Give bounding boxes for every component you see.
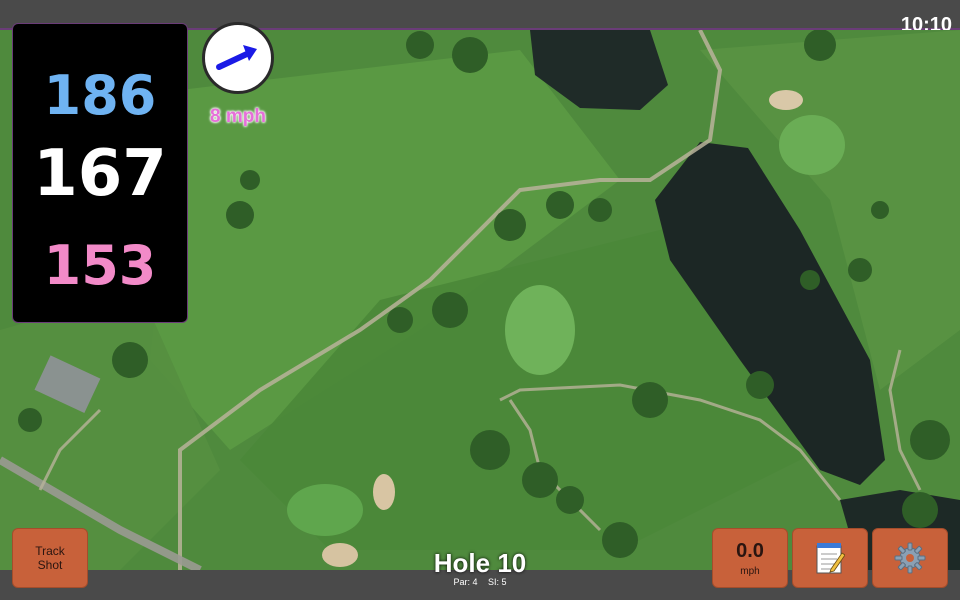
hole-par: Par: 4 (453, 577, 478, 587)
speed-value: 0.0 (736, 539, 764, 562)
wind-direction-dial (202, 22, 274, 94)
settings-button[interactable] (872, 528, 948, 588)
distance-panel: 186 167 153 (12, 23, 188, 323)
speed-unit: mph (740, 565, 760, 577)
hole-title: Hole 10 (433, 548, 527, 578)
distance-back: 186 (43, 64, 157, 127)
distance-front: 153 (43, 234, 157, 297)
notes-button[interactable] (792, 528, 868, 588)
gear-icon (894, 542, 926, 574)
arrow-icon (216, 45, 257, 70)
track-shot-button[interactable]: Track Shot (12, 528, 88, 588)
speed-button[interactable]: 0.0 mph (712, 528, 788, 588)
wind-speed-label: 8 mph (210, 106, 266, 127)
track-shot-label-line1: Track (35, 544, 65, 558)
hole-stroke-index: SI: 5 (488, 577, 507, 587)
distance-middle: 167 (33, 137, 167, 211)
notepad-icon (816, 543, 845, 574)
hole-info: Par: 4 SI: 5 (400, 577, 560, 587)
track-shot-label-line2: Shot (37, 558, 63, 572)
